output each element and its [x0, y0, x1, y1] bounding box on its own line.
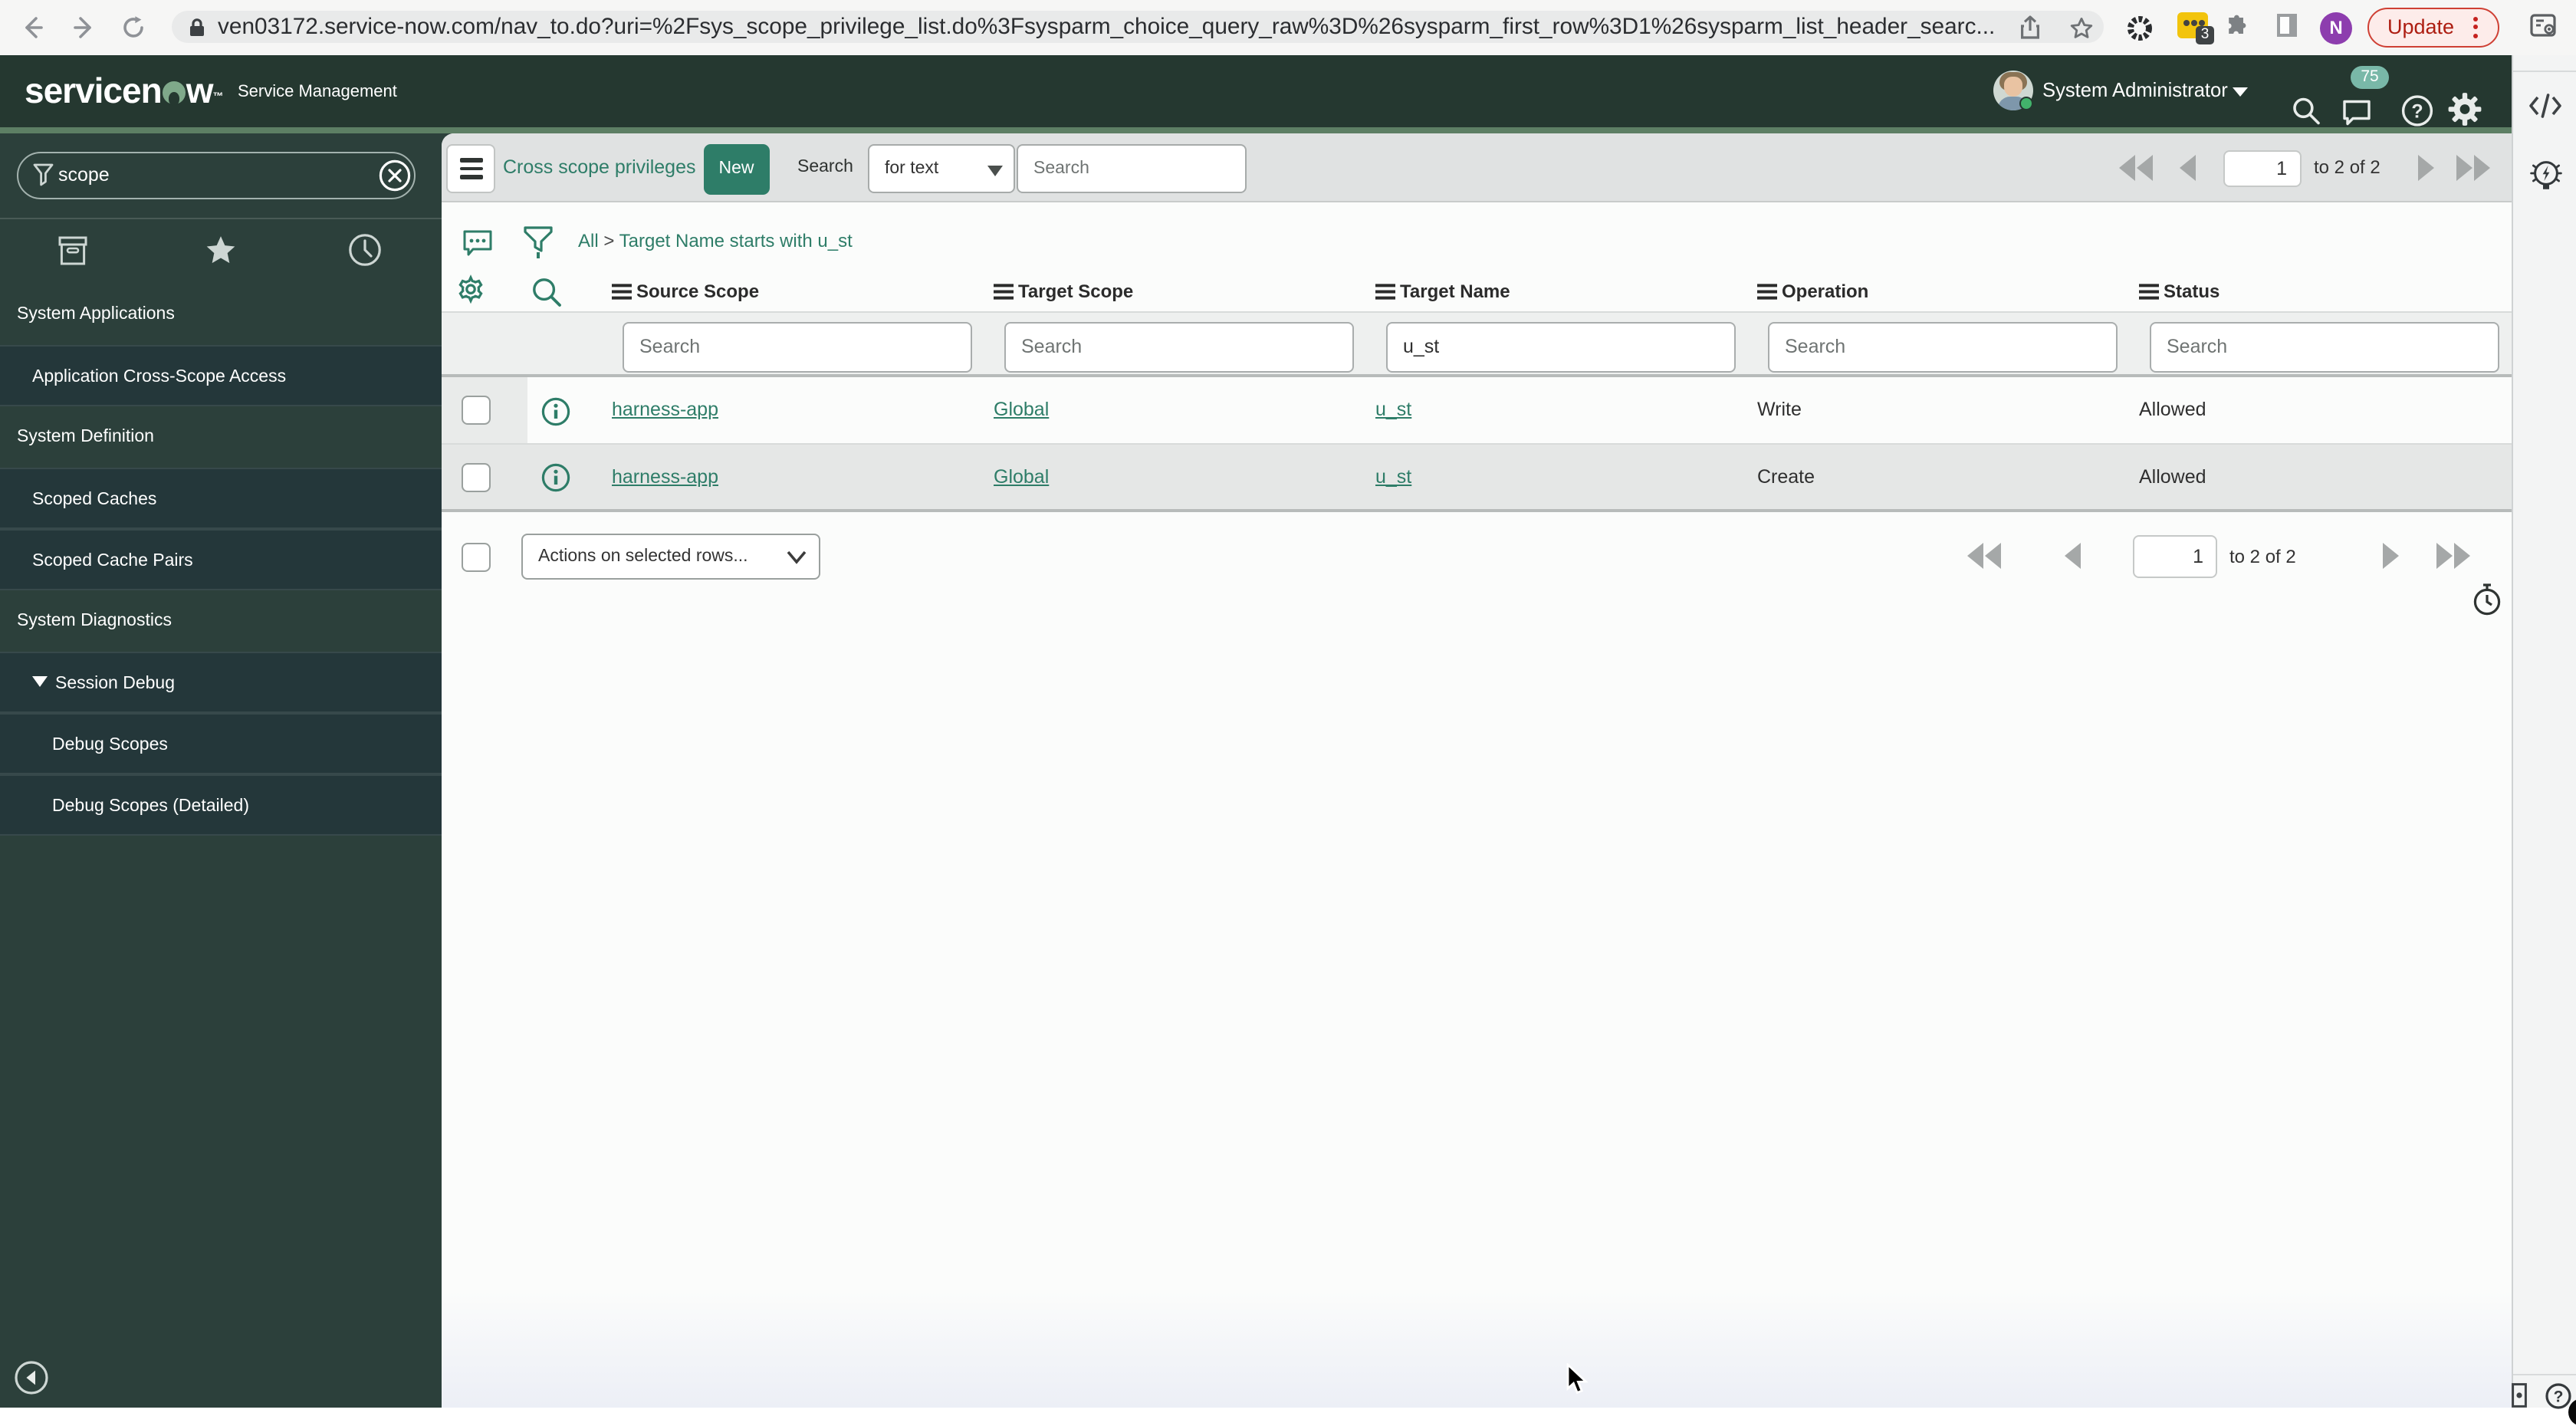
- svg-text:?: ?: [2553, 1388, 2563, 1406]
- svg-text:?: ?: [2411, 100, 2423, 122]
